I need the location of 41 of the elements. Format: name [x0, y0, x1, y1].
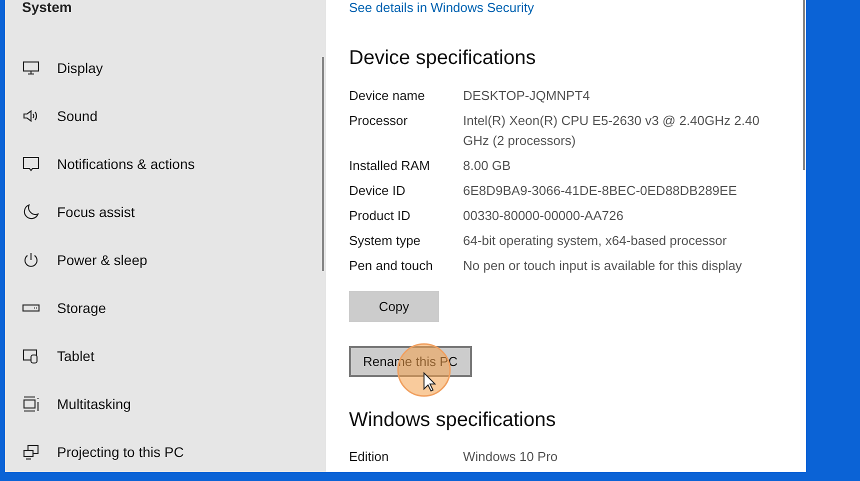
spec-label: Pen and touch	[349, 257, 434, 275]
section-heading: Windows specifications	[349, 408, 557, 433]
spec-label: Device name	[349, 87, 426, 105]
spec-label: Edition	[349, 448, 390, 466]
sidebar-item[interactable]: Multitasking	[5, 380, 326, 428]
sidebar-title: System	[22, 0, 73, 17]
spec-value: 6E8D9BA9-3066-41DE-8BEC-0ED88DB289EE	[463, 182, 738, 200]
speaker-icon	[22, 107, 40, 125]
scrollbar-thumb[interactable]	[322, 57, 324, 271]
sidebar-item[interactable]: Projecting to this PC	[5, 428, 326, 472]
section-heading: Device specifications	[349, 46, 537, 71]
sidebar-item[interactable]: Notifications & actions	[5, 140, 326, 188]
power-icon	[22, 251, 40, 269]
spec-value: Intel(R) Xeon(R) CPU E5-2630 v3 @ 2.40GHz 2.40 GHz (2 processors)	[463, 112, 760, 150]
spec-label: Processor	[349, 112, 409, 130]
security-link[interactable]: See details in Windows Security	[349, 0, 806, 16]
drive-icon	[22, 304, 40, 312]
scrollbar-thumb[interactable]	[803, 0, 805, 170]
tablet-icon	[22, 347, 40, 365]
sidebar-item[interactable]: Sound	[5, 92, 326, 140]
spec-label: Installed RAM	[349, 157, 431, 175]
projector-icon	[22, 443, 40, 461]
moon-icon	[22, 203, 40, 221]
spec-value: 8.00 GB	[463, 157, 512, 175]
monitor-icon	[22, 59, 40, 77]
spec-label: Device ID	[349, 182, 406, 200]
sidebar-item[interactable]: Focus assist	[5, 188, 326, 236]
multitasking-icon	[22, 395, 40, 413]
spec-value: No pen or touch input is available for this display	[463, 257, 743, 275]
spec-value: DESKTOP-JQMNPT4	[463, 87, 591, 105]
spec-label: Product ID	[349, 207, 412, 225]
sidebar-item[interactable]: Tablet	[5, 332, 326, 380]
spec-label: System type	[349, 232, 422, 250]
action-button[interactable]: Copy	[349, 291, 439, 322]
speech-bubble-icon	[22, 155, 40, 173]
sidebar-item[interactable]: Display	[5, 44, 326, 92]
sidebar-item[interactable]: Storage	[5, 284, 326, 332]
spec-value: Windows 10 Pro	[463, 448, 559, 466]
spec-value: 64-bit operating system, x64-based processor	[463, 232, 728, 250]
sidebar-item[interactable]: Power & sleep	[5, 236, 326, 284]
spec-value: 00330-80000-00000-AA726	[463, 207, 624, 225]
